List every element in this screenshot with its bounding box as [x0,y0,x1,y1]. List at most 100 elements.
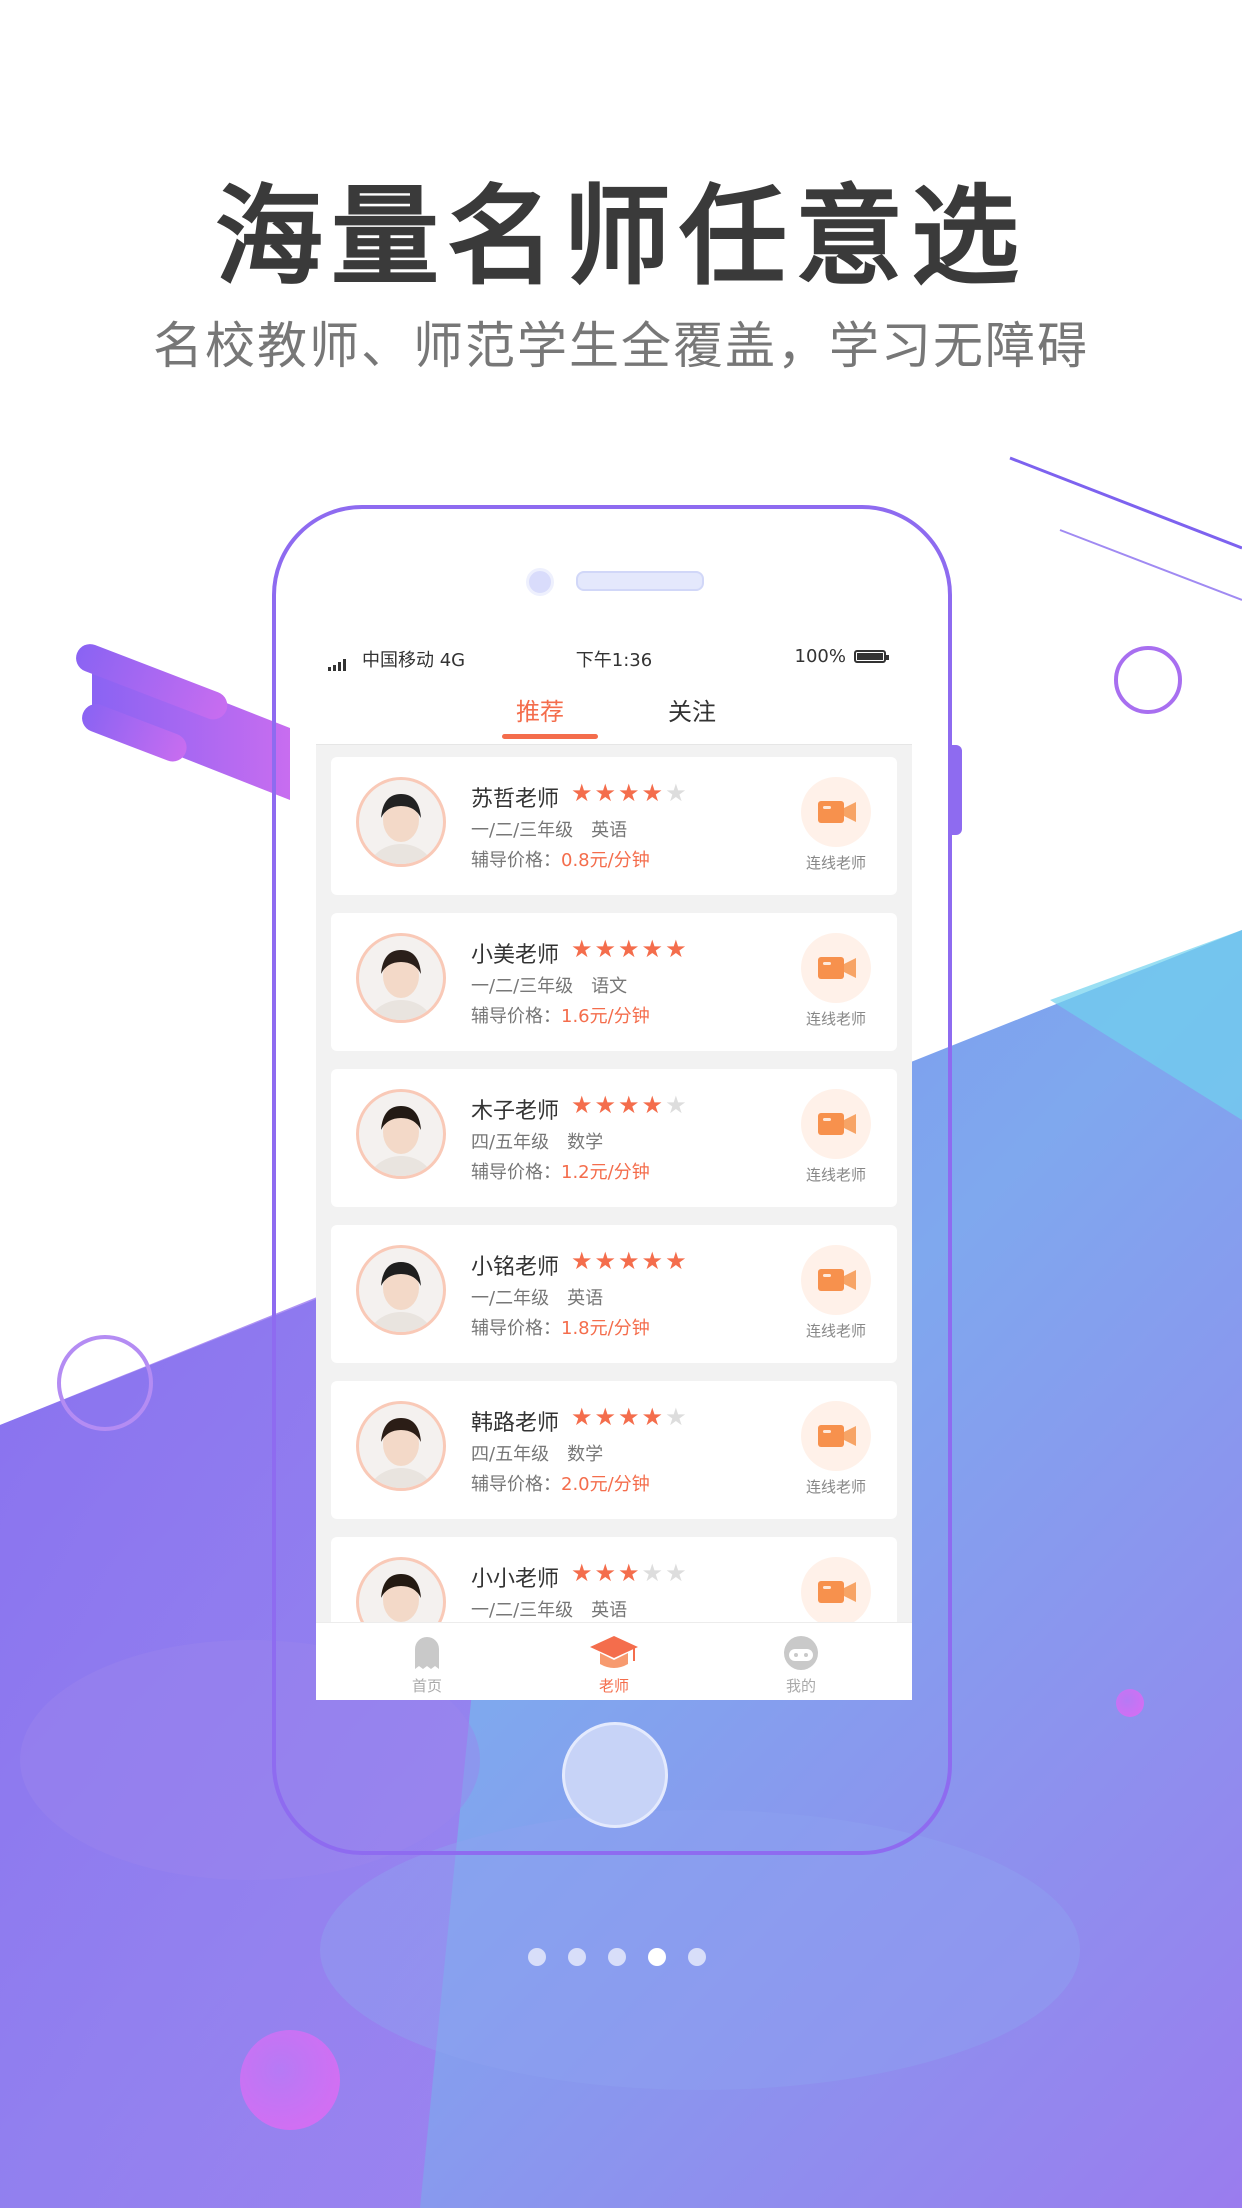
teacher-avatar[interactable] [356,1401,446,1491]
rating-stars: ★★★★★ [571,1247,689,1275]
call-teacher-label[interactable]: 连线老师 [781,852,891,873]
nav-teacher[interactable]: 老师 [559,1633,669,1696]
nav-teacher-label: 老师 [598,1677,629,1695]
teacher-avatar[interactable] [356,1245,446,1335]
call-teacher-button[interactable] [801,933,871,1003]
call-teacher-button[interactable] [801,1557,871,1627]
teacher-grade: 一/二年级 [471,1288,550,1309]
star-filled-icon: ★ [571,779,595,807]
tab-follow[interactable]: 关注 [668,692,716,727]
call-teacher-label[interactable]: 连线老师 [781,1164,891,1185]
battery-percent: 100% [794,646,846,667]
teacher-name: 木子老师 [471,1099,560,1124]
teacher-grade: 四/五年级 [471,1444,550,1465]
home-ghost-icon [415,1637,439,1669]
teacher-avatar[interactable] [356,777,446,867]
teacher-grade-subject: 一/二/三年级 英语 [471,1596,627,1622]
video-camera-icon [818,957,856,979]
teacher-list: 苏哲老师 ★★★★★ 一/二/三年级 英语 辅导价格：0.8元/分钟 连线老师 小美老师 ★★… [316,757,912,1693]
page-dot[interactable] [568,1948,586,1966]
phone-camera [526,568,554,596]
star-filled-icon: ★ [618,1559,642,1587]
star-filled-icon: ★ [594,1559,619,1587]
star-filled-icon: ★ [594,935,619,963]
call-teacher-button[interactable] [801,1401,871,1471]
star-filled-icon: ★ [618,1247,642,1275]
star-filled-icon: ★ [571,1091,595,1119]
star-empty-icon: ★ [665,1403,689,1431]
teacher-card[interactable]: 小美老师 ★★★★★ 一/二/三年级 语文 辅导价格：1.6元/分钟 连线老师 [331,913,897,1051]
page-dot[interactable] [688,1948,706,1966]
teacher-avatar[interactable] [356,933,446,1023]
teacher-name: 小美老师 [471,943,560,968]
price-value: 2.0元/分钟 [561,1474,650,1495]
rating-stars: ★★★★★ [571,1091,689,1119]
rating-stars: ★★★★★ [571,1403,689,1431]
price-value: 1.8元/分钟 [561,1318,650,1339]
phone-speaker [576,571,704,591]
star-filled-icon: ★ [594,1403,619,1431]
price-label: 辅导价格： [471,1162,561,1183]
teacher-name: 小铭老师 [471,1255,560,1280]
call-teacher-label[interactable]: 连线老师 [781,1008,891,1029]
teacher-subject: 英语 [591,1600,628,1621]
tab-recommend[interactable]: 推荐 [516,692,564,727]
teacher-avatar[interactable] [356,1089,446,1179]
teacher-grade: 四/五年级 [471,1132,550,1153]
teacher-card[interactable]: 苏哲老师 ★★★★★ 一/二/三年级 英语 辅导价格：0.8元/分钟 连线老师 [331,757,897,895]
teacher-subject: 数学 [567,1132,604,1153]
nav-home[interactable]: 首页 [372,1633,482,1696]
phone-screen: 中国移动 4G 下午1:36 100% 推荐 关注 苏哲老师 ★★★★★ 一/二/三… [316,640,912,1700]
video-camera-icon [818,1113,856,1135]
teacher-grade-subject: 四/五年级 数学 [471,1440,603,1466]
video-camera-icon [818,1581,856,1603]
star-filled-icon: ★ [665,1247,689,1275]
teacher-name: 韩路老师 [471,1411,560,1436]
profile-face-icon [784,1636,818,1670]
page-dot[interactable] [528,1948,546,1966]
teacher-subject: 英语 [591,820,628,841]
call-teacher-button[interactable] [801,1089,871,1159]
star-filled-icon: ★ [571,1403,595,1431]
teacher-card[interactable]: 小铭老师 ★★★★★ 一/二年级 英语 辅导价格：1.8元/分钟 连线老师 [331,1225,897,1363]
battery-icon [854,650,889,663]
rating-stars: ★★★★★ [571,1559,689,1587]
star-filled-icon: ★ [641,1247,666,1275]
teacher-grade-subject: 四/五年级 数学 [471,1128,603,1154]
call-teacher-button[interactable] [801,777,871,847]
star-filled-icon: ★ [618,1091,642,1119]
star-filled-icon: ★ [594,779,619,807]
teacher-subject: 英语 [567,1288,604,1309]
teacher-card[interactable]: 韩路老师 ★★★★★ 四/五年级 数学 辅导价格：2.0元/分钟 连线老师 [331,1381,897,1519]
teacher-subject: 数学 [567,1444,604,1465]
teacher-name: 苏哲老师 [471,787,560,812]
teacher-card[interactable]: 木子老师 ★★★★★ 四/五年级 数学 辅导价格：1.2元/分钟 连线老师 [331,1069,897,1207]
phone-side-button [952,745,962,835]
star-empty-icon: ★ [665,1559,689,1587]
star-empty-icon: ★ [641,1559,666,1587]
star-filled-icon: ★ [641,935,666,963]
phone-home-button[interactable] [562,1722,668,1828]
star-filled-icon: ★ [571,935,595,963]
star-filled-icon: ★ [641,1091,666,1119]
price-row: 辅导价格：0.8元/分钟 [471,846,650,872]
teacher-grade-subject: 一/二/三年级 语文 [471,972,627,998]
hero-subtitle: 名校教师、师范学生全覆盖，学习无障碍 [153,317,1089,375]
call-teacher-button[interactable] [801,1245,871,1315]
price-label: 辅导价格： [471,1474,561,1495]
page-indicator [528,1948,728,1970]
star-filled-icon: ★ [618,1403,642,1431]
video-camera-icon [818,801,856,823]
teacher-grade-subject: 一/二/三年级 英语 [471,816,627,842]
nav-mine[interactable]: 我的 [746,1633,856,1696]
page-dot[interactable] [648,1948,666,1966]
teacher-grade-subject: 一/二年级 英语 [471,1284,603,1310]
star-empty-icon: ★ [665,779,689,807]
page-dot[interactable] [608,1948,626,1966]
teacher-grade: 一/二/三年级 [471,976,574,997]
price-label: 辅导价格： [471,1318,561,1339]
call-teacher-label[interactable]: 连线老师 [781,1476,891,1497]
price-label: 辅导价格： [471,1006,561,1027]
video-camera-icon [818,1425,856,1447]
call-teacher-label[interactable]: 连线老师 [781,1320,891,1341]
